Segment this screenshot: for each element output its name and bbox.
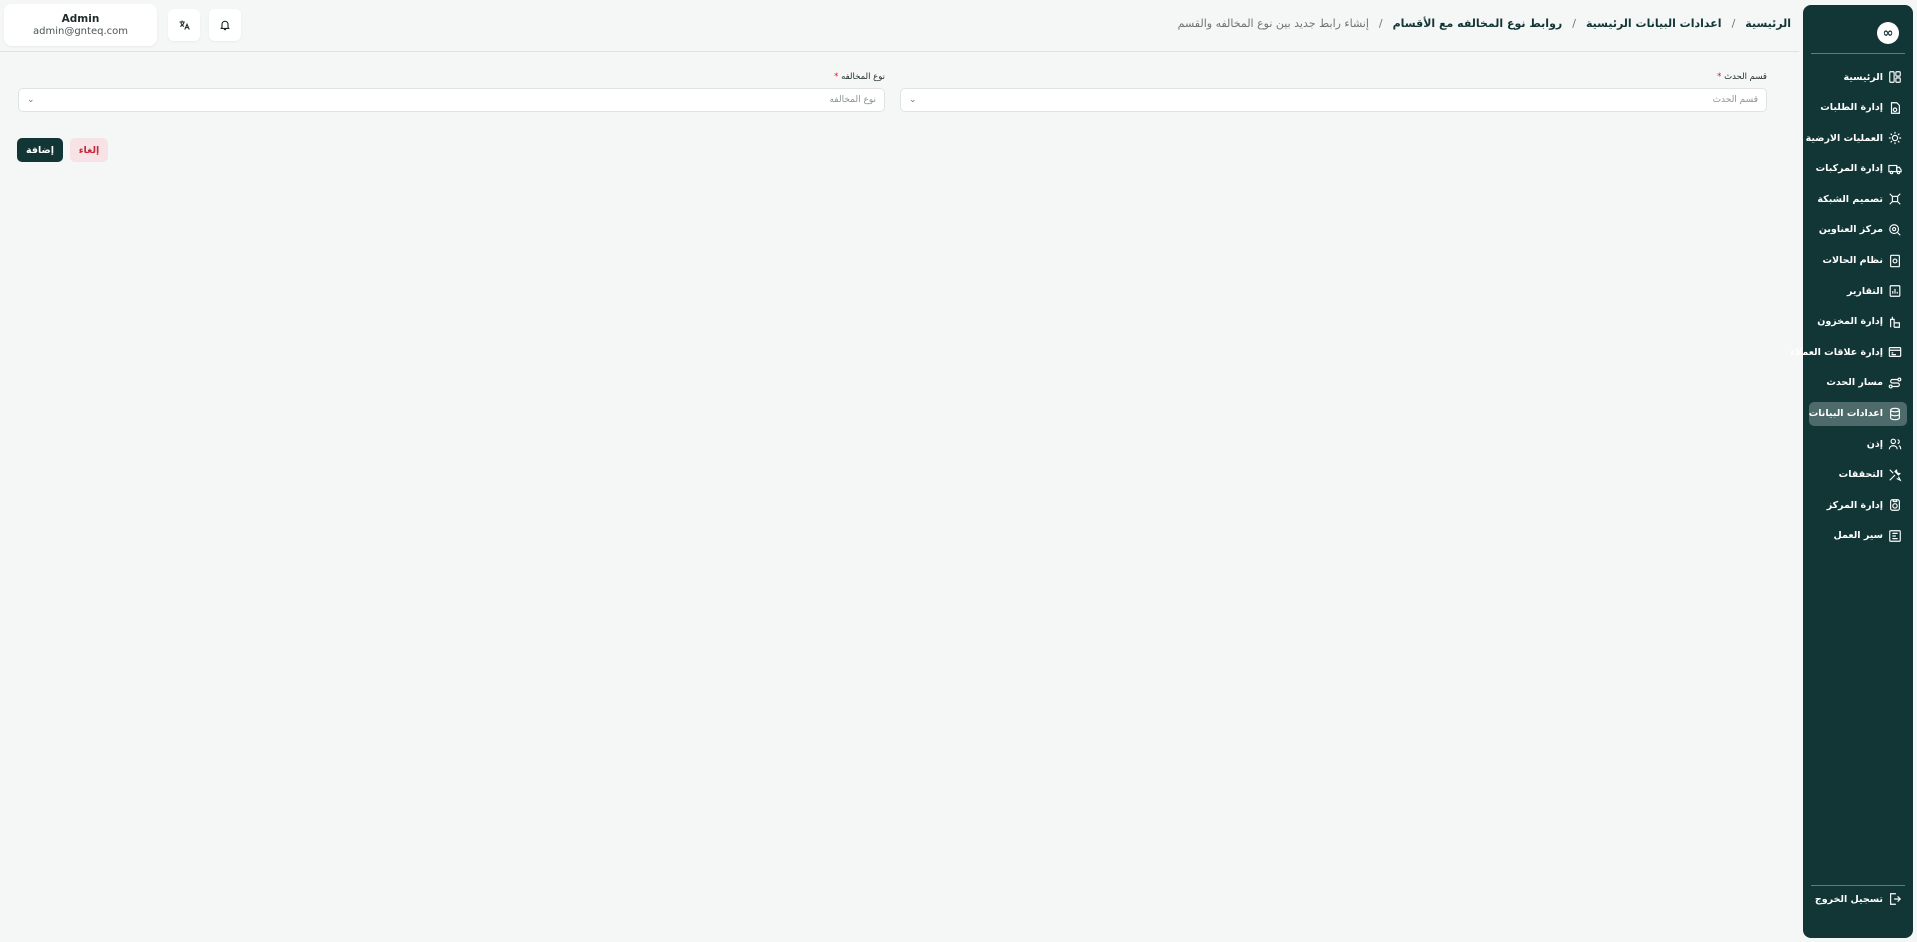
sidebar-item-label: التحققات [1838, 469, 1883, 481]
breadcrumb-separator: / [1572, 17, 1576, 30]
language-button[interactable] [168, 9, 200, 41]
chevron-down-icon: ⌄ [909, 95, 917, 105]
sidebar-item-home[interactable]: الرئيسية [1809, 65, 1907, 89]
sidebar-divider [1811, 885, 1905, 886]
user-email: admin@gnteq.com [33, 26, 128, 37]
add-button[interactable]: إضافة [17, 138, 63, 162]
sidebar-item-label: إدارة الطلبات [1820, 102, 1883, 114]
link-form: قسم الحدث * قسم الحدث ⌄ نوع المخالفه * ن… [18, 72, 1767, 122]
sidebar-item-inventory[interactable]: إدارة المخزون [1809, 310, 1907, 334]
breadcrumb: الرئيسية / اعدادات البيانات الرئيسية / ر… [1178, 17, 1791, 30]
sidebar-item-label: إذن [1866, 438, 1883, 450]
user-menu[interactable]: Admin admin@gnteq.com [4, 4, 157, 46]
logout-section: تسجيل الخروج [1803, 887, 1913, 918]
sidebar: ∞ الرئيسية إدارة الطلبات العمليات الارضي… [1790, 5, 1913, 938]
orders-icon [1887, 100, 1903, 116]
crm-icon [1887, 344, 1903, 360]
sidebar-item-label: إدارة المركز [1826, 499, 1883, 511]
breadcrumb-violation-links[interactable]: روابط نوع المخالفه مع الأقسام [1393, 17, 1563, 30]
sidebar-item-label: مركز العناوين [1818, 224, 1883, 236]
event-section-field: قسم الحدث * قسم الحدث ⌄ [900, 72, 1767, 112]
sidebar-divider [1811, 53, 1905, 54]
translate-icon [178, 19, 190, 31]
sidebar-item-event-route[interactable]: مسار الحدث [1809, 371, 1907, 395]
center-icon [1887, 497, 1903, 513]
user-name: Admin [61, 13, 100, 25]
sidebar-item-label: نظام الحالات [1822, 255, 1883, 267]
top-bar: الرئيسية / اعدادات البيانات الرئيسية / ر… [0, 0, 1799, 52]
sidebar-item-label: العمليات الارضية [1805, 132, 1883, 144]
database-icon [1887, 406, 1903, 422]
logout-label: تسجيل الخروج [1814, 893, 1883, 905]
violation-type-label: نوع المخالفه * [834, 72, 885, 82]
ground-operations-icon [1887, 130, 1903, 146]
reports-icon [1887, 283, 1903, 299]
required-mark: * [1717, 72, 1722, 82]
violation-type-select[interactable]: نوع المخالفه ⌄ [18, 88, 885, 112]
form-actions: إضافة إلغاء [17, 138, 108, 162]
logout-button[interactable]: تسجيل الخروج [1809, 887, 1907, 911]
violation-type-field: نوع المخالفه * نوع المخالفه ⌄ [18, 72, 885, 112]
cancel-button[interactable]: إلغاء [70, 138, 108, 162]
users-icon [1887, 436, 1903, 452]
sidebar-item-workflow[interactable]: سير العمل [1809, 524, 1907, 548]
inventory-icon [1887, 314, 1903, 330]
sidebar-item-label: سير العمل [1833, 530, 1883, 542]
sidebar-item-ground-operations[interactable]: العمليات الارضية [1805, 126, 1907, 150]
breadcrumb-current: إنشاء رابط جديد بين نوع المخالفه والقسم [1177, 17, 1369, 30]
status-icon [1887, 253, 1903, 269]
sidebar-item-label: إدارة المخزون [1817, 316, 1883, 328]
location-icon [1887, 222, 1903, 238]
sidebar-item-label: تصميم الشبكة [1817, 193, 1883, 205]
sidebar-item-permissions[interactable]: إذن [1809, 432, 1907, 456]
breadcrumb-separator: / [1378, 17, 1383, 30]
sidebar-item-label: إدارة علاقات العملاء [1790, 346, 1883, 358]
breadcrumb-home[interactable]: الرئيسية [1745, 17, 1791, 30]
sidebar-item-vehicles[interactable]: إدارة المركبات [1809, 157, 1907, 181]
sidebar-item-label: التقارير [1846, 285, 1883, 297]
sidebar-item-center-management[interactable]: إدارة المركز [1809, 493, 1907, 517]
required-mark: * [834, 72, 839, 82]
sidebar-item-label: إدارة المركبات [1815, 163, 1883, 175]
sidebar-item-status-system[interactable]: نظام الحالات [1809, 249, 1907, 273]
sidebar-item-address-center[interactable]: مركز العناوين [1809, 218, 1907, 242]
workflow-icon [1887, 528, 1903, 544]
sidebar-item-label: الرئيسية [1843, 71, 1883, 83]
network-icon [1887, 191, 1903, 207]
event-section-label: قسم الحدث * [1717, 72, 1767, 82]
sidebar-item-label: مسار الحدث [1826, 377, 1883, 389]
event-section-select[interactable]: قسم الحدث ⌄ [900, 88, 1767, 112]
sidebar-item-network[interactable]: تصميم الشبكة [1809, 187, 1907, 211]
notifications-button[interactable] [209, 9, 241, 41]
truck-icon [1887, 161, 1903, 177]
logout-icon [1887, 891, 1903, 907]
sidebar-item-validations[interactable]: التحققات [1809, 463, 1907, 487]
sidebar-item-orders[interactable]: إدارة الطلبات [1809, 96, 1907, 120]
breadcrumb-separator: / [1731, 17, 1736, 30]
breadcrumb-master-data[interactable]: اعدادات البيانات الرئيسية [1586, 17, 1722, 30]
route-icon [1887, 375, 1903, 391]
sidebar-item-reports[interactable]: التقارير [1809, 279, 1907, 303]
sidebar-item-label: اعدادات البيانات [1808, 408, 1883, 420]
sidebar-nav: الرئيسية إدارة الطلبات العمليات الارضية … [1790, 65, 1913, 555]
dashboard-icon [1887, 69, 1903, 85]
chevron-down-icon: ⌄ [27, 95, 35, 105]
app-logo[interactable]: ∞ [1877, 22, 1899, 44]
sidebar-item-data-settings[interactable]: اعدادات البيانات [1808, 401, 1907, 426]
bell-icon [219, 19, 231, 31]
violation-type-placeholder: نوع المخالفه [829, 95, 876, 105]
tools-icon [1887, 467, 1903, 483]
sidebar-item-crm[interactable]: إدارة علاقات العملاء [1790, 340, 1907, 364]
event-section-placeholder: قسم الحدث [1712, 95, 1758, 105]
